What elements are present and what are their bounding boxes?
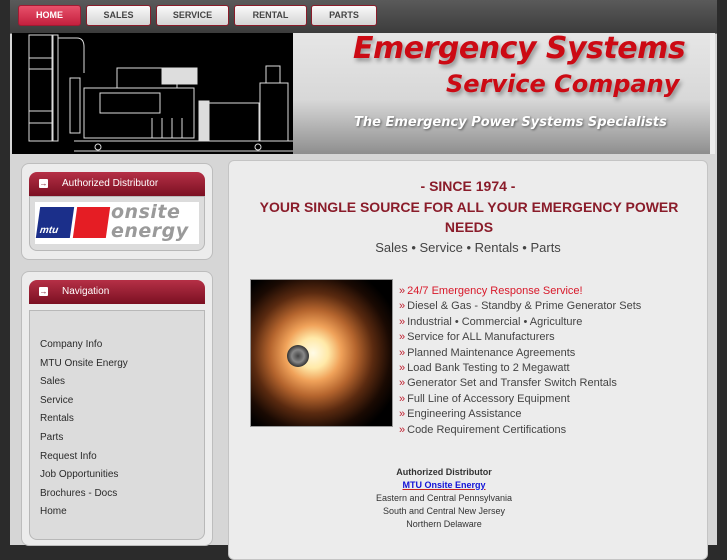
distributor-box-body: mtu onsite energy [29,196,205,251]
navigation-box-title: Navigation [62,286,110,297]
sidebar-item-sales[interactable]: Sales [40,373,128,392]
generator-drawing [28,34,293,152]
feature-item: » 24/7 Emergency Response Service! [399,284,641,299]
region-item: Eastern and Central Pennsylvania [375,493,513,503]
mtu-logo-text-line2: energy [111,220,189,242]
distributor-title: Authorized Distributor [396,467,492,477]
feature-text: Planned Maintenance Agreements [407,346,576,359]
sidebar-item-parts[interactable]: Parts [40,429,128,448]
brand-tagline: The Emergency Power Systems Specialists [354,115,667,130]
chevron-double-right-icon: » [399,331,406,344]
generator-image [12,33,293,154]
mtu-mark-text: mtu [39,225,59,236]
sidebar-item-brochures-docs[interactable]: Brochures - Docs [40,485,128,504]
distributor-info: Authorized Distributor MTU Onsite Energy… [229,466,659,531]
region-item: Northern Delaware [406,519,482,529]
chevron-double-right-icon: » [399,377,406,390]
chevron-double-right-icon: » [399,285,406,297]
mtu-onsite-energy-link[interactable]: MTU Onsite Energy [402,480,485,490]
main-content-panel: - SINCE 1974 - YOUR SINGLE SOURCE FOR AL… [228,160,708,560]
feature-text: Full Line of Accessory Equipment [407,392,570,405]
feature-text: Generator Set and Transfer Switch Rental… [407,377,617,390]
chevron-double-right-icon: » [399,361,406,374]
tab-home[interactable]: HOME [18,5,81,26]
brand-name-line1: Emergency Systems [353,31,686,66]
sidebar-item-service[interactable]: Service [40,392,128,411]
arrow-right-box-icon: → [39,179,48,188]
navigation-box-header: → Navigation [29,280,205,304]
feature-item: » Planned Maintenance Agreements [399,346,641,361]
feature-item: » Service for ALL Manufacturers [399,330,641,345]
light-bulb-image [250,279,393,427]
region-item: South and Central New Jersey [382,506,506,516]
services-summary: Sales • Service • Rentals • Parts [375,240,561,255]
distributor-box-title: Authorized Distributor [62,178,159,189]
feature-text: Code Requirement Certifications [407,423,567,436]
sidebar-item-company-info[interactable]: Company Info [40,336,128,355]
mtu-onsite-energy-logo[interactable]: mtu onsite energy [35,202,199,244]
feature-text: Industrial • Commercial • Agriculture [407,315,583,328]
sidebar-item-mtu-onsite-energy[interactable]: MTU Onsite Energy [40,355,128,374]
chevron-double-right-icon: » [399,423,406,436]
sidebar-item-job-opportunities[interactable]: Job Opportunities [40,466,128,485]
feature-text: Load Bank Testing to 2 Megawatt [407,361,570,374]
bulb-base [287,345,309,367]
brand-name-line2: Service Company [446,70,680,98]
mtu-logo-text: onsite energy [111,203,199,241]
sidebar-item-home[interactable]: Home [40,503,128,522]
feature-text: Diesel & Gas - Standby & Prime Generator… [407,300,642,313]
navigation-box-body: Company Info MTU Onsite Energy Sales Ser… [29,310,205,540]
sidebar-item-request-info[interactable]: Request Info [40,448,128,467]
feature-item: » Code Requirement Certifications [399,423,641,438]
tab-service[interactable]: SERVICE [156,5,229,26]
tab-sales[interactable]: SALES [86,5,151,26]
tab-parts[interactable]: PARTS [311,5,377,26]
feature-text: 24/7 Emergency Response Service! [407,285,583,297]
tab-rental[interactable]: RENTAL [234,5,307,26]
chevron-double-right-icon: » [399,346,406,359]
feature-item: » Diesel & Gas - Standby & Prime Generato… [399,299,641,314]
mtu-mark: mtu [35,207,75,238]
sidebar-nav-list: Company Info MTU Onsite Energy Sales Ser… [40,336,128,522]
header-banner: Emergency Systems Service Company The Em… [12,31,715,154]
banner-edge [710,33,715,154]
mtu-red-block [72,207,111,238]
chevron-double-right-icon: » [399,392,406,405]
distributor-box: → Authorized Distributor mtu onsite ener… [21,163,213,260]
chevron-double-right-icon: » [399,300,406,313]
top-navigation-bar: HOME SALES SERVICE RENTAL PARTS [10,0,717,34]
navigation-box: → Navigation Company Info MTU Onsite Ene… [21,271,213,546]
since-heading: - SINCE 1974 - [420,178,516,194]
distributor-box-header: → Authorized Distributor [29,172,205,196]
company-logo[interactable]: Emergency Systems Service Company The Em… [293,31,710,154]
feature-item: » Generator Set and Transfer Switch Renta… [399,376,641,391]
feature-item: » Load Bank Testing to 2 Megawatt [399,361,641,376]
arrow-right-box-icon: → [39,287,48,296]
page: HOME SALES SERVICE RENTAL PARTS Emergenc… [10,0,717,560]
feature-item: » Engineering Assistance [399,407,641,422]
chevron-double-right-icon: » [399,408,406,421]
feature-text: Service for ALL Manufacturers [407,331,555,344]
chevron-double-right-icon: » [399,315,406,328]
feature-text: Engineering Assistance [407,408,522,421]
sidebar-item-rentals[interactable]: Rentals [40,410,128,429]
feature-item: » Full Line of Accessory Equipment [399,392,641,407]
feature-item: » Industrial • Commercial • Agriculture [399,315,641,330]
features-list: » 24/7 Emergency Response Service! » Diese… [399,284,641,438]
main-headline: YOUR SINGLE SOURCE FOR ALL YOUR EMERGENC… [259,199,679,235]
